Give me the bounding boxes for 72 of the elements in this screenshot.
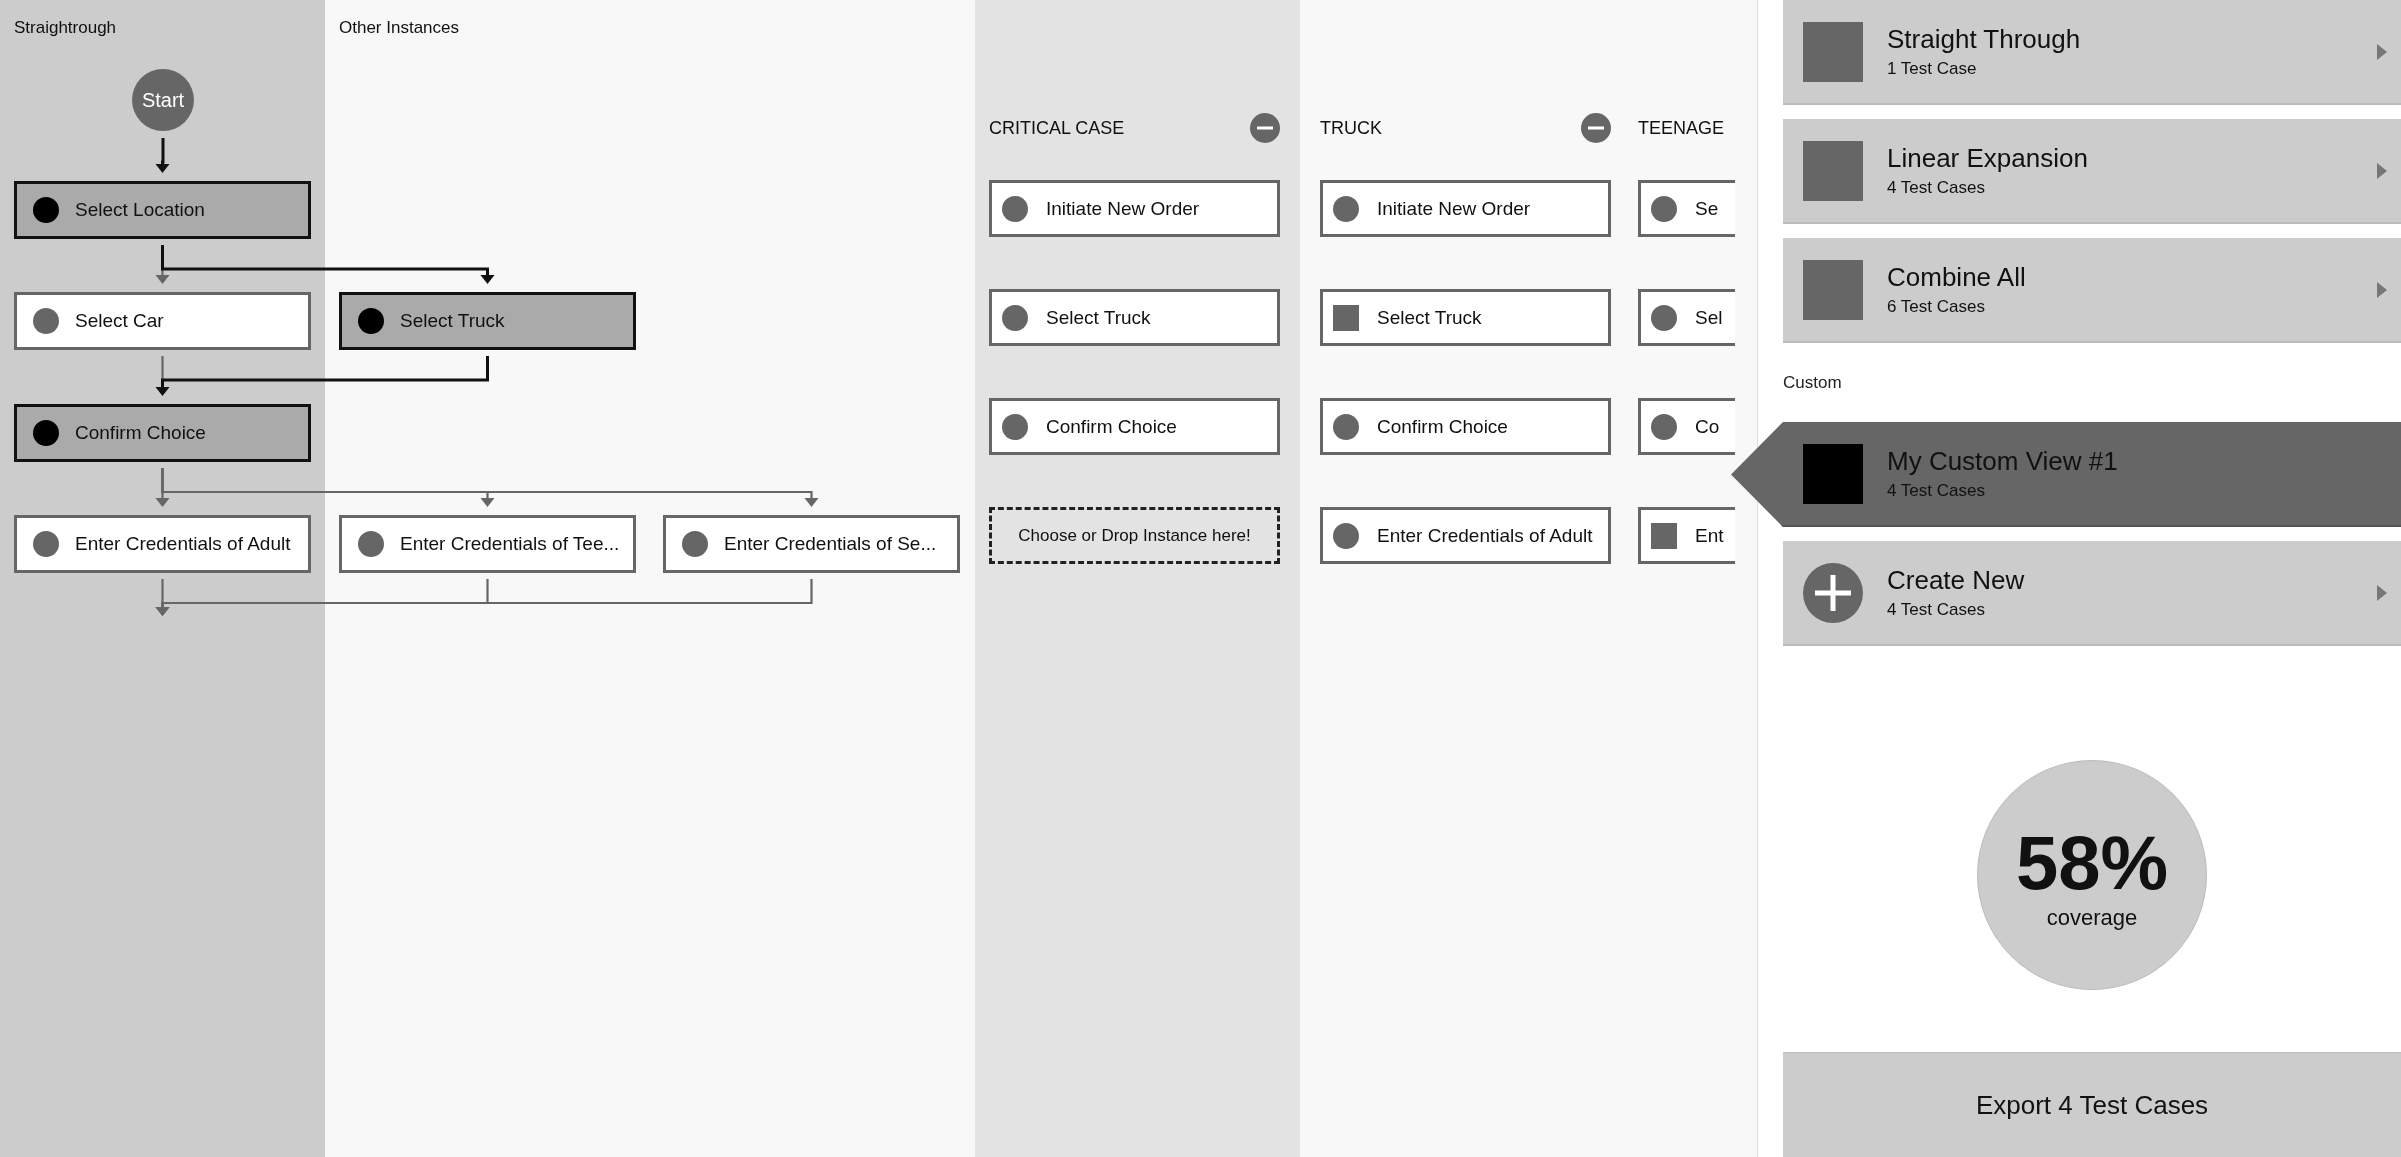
connector-arrow (155, 138, 170, 173)
instance-step[interactable]: Confirm Choice (1320, 398, 1611, 455)
view-icon (1803, 140, 1863, 201)
flow-step[interactable]: Enter Credentials of Tee... (339, 515, 636, 573)
flow-step[interactable]: Select Location (14, 181, 311, 239)
flow-step[interactable]: Select Truck (339, 292, 636, 350)
dot-icon (1002, 195, 1028, 222)
flow-step[interactable]: Select Car (14, 292, 311, 350)
remove-icon[interactable] (1250, 113, 1280, 143)
flow-step[interactable]: Enter Credentials of Se... (663, 515, 960, 573)
chevron-icon (2377, 43, 2387, 60)
instance-step[interactable]: Select Truck (1320, 289, 1611, 346)
view-icon (1803, 443, 1863, 504)
dot-icon (1333, 413, 1359, 440)
dot-icon (33, 308, 59, 334)
instance-step[interactable]: Sel (1638, 289, 1735, 346)
dot-icon (682, 531, 708, 557)
view-icon (1803, 259, 1863, 320)
view-icon (1803, 21, 1863, 82)
view-subtitle: 4 Test Cases (1887, 600, 1986, 620)
dot-icon (1333, 195, 1359, 222)
instance-step[interactable]: Ent (1638, 507, 1735, 564)
plus-icon (1803, 562, 1863, 623)
view-subtitle: 1 Test Case (1887, 59, 1978, 79)
lane-title: Other Instances (339, 18, 459, 37)
instance-step[interactable]: Se (1638, 180, 1735, 237)
chevron-icon (2377, 584, 2387, 601)
coverage-label: coverage (2046, 905, 2138, 931)
export-button[interactable]: Export 4 Test Cases (1783, 1052, 2401, 1157)
section-label: Custom (1783, 373, 1842, 393)
instance-title: TEENAGE (1638, 117, 1725, 139)
dot-icon (358, 308, 384, 334)
coverage-value: 58% (2015, 825, 2169, 901)
dot-icon (1002, 413, 1028, 440)
instance-step[interactable]: Select Truck (989, 289, 1280, 346)
view-subtitle: 4 Test Cases (1887, 178, 1986, 198)
square-icon (1651, 522, 1677, 549)
dot-icon (358, 531, 384, 557)
view-title: Combine All (1887, 262, 2027, 293)
view-title: Linear Expansion (1887, 143, 2089, 174)
view-item[interactable]: Linear Expansion 4 Test Cases (1783, 119, 2401, 224)
view-item[interactable]: Create New 4 Test Cases (1783, 541, 2401, 646)
view-title: Create New (1887, 565, 2026, 596)
view-subtitle: 4 Test Cases (1887, 481, 1986, 501)
dot-icon (1651, 413, 1677, 440)
instance-step[interactable]: Co (1638, 398, 1735, 455)
dot-icon (1651, 195, 1677, 222)
chevron-icon (2377, 281, 2387, 298)
view-item[interactable]: Straight Through 1 Test Case (1783, 0, 2401, 105)
dot-icon (33, 197, 59, 223)
drop-zone[interactable]: Choose or Drop Instance here! (989, 507, 1280, 564)
dot-icon (1002, 304, 1028, 331)
flow-step[interactable]: Enter Credentials of Adult (14, 515, 311, 573)
dot-icon (1333, 522, 1359, 549)
instance-step[interactable]: Confirm Choice (989, 398, 1280, 455)
view-title: My Custom View #1 (1887, 446, 2119, 477)
instance-step[interactable]: Initiate New Order (1320, 180, 1611, 237)
square-icon (1333, 304, 1359, 331)
dot-icon (33, 420, 59, 446)
flow-step[interactable]: Confirm Choice (14, 404, 311, 462)
chevron-icon (2377, 162, 2387, 179)
remove-icon[interactable] (1581, 113, 1611, 143)
lane-title: Straightrough (14, 18, 117, 37)
view-subtitle: 6 Test Cases (1887, 297, 1986, 317)
view-item[interactable]: Combine All 6 Test Cases (1783, 238, 2401, 343)
dot-icon (1651, 304, 1677, 331)
instance-title: TRUCK (1320, 117, 1382, 139)
view-title: Straight Through (1887, 24, 2082, 55)
instance-step[interactable]: Enter Credentials of Adult (1320, 507, 1611, 564)
dot-icon (33, 531, 59, 557)
instance-step[interactable]: Initiate New Order (989, 180, 1280, 237)
instance-title: CRITICAL CASE (989, 117, 1125, 139)
